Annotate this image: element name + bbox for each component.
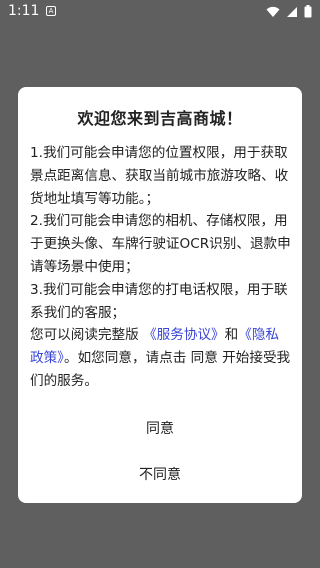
disagree-button[interactable]: 不同意 — [18, 464, 302, 484]
agreement-notice: 您可以阅读完整版 《服务协议》和《隐私政策》。如您同意，请点击 同意 开始接受我… — [30, 324, 292, 392]
privacy-dialog: 欢迎您来到吉高商城！ 1.我们可能会申请您的位置权限，用于获取景点距离信息、获取… — [18, 87, 302, 503]
dialog-body: 1.我们可能会申请您的位置权限，用于获取景点距离信息、获取当前城市旅游攻略、收货… — [30, 142, 292, 393]
wifi-icon — [266, 6, 280, 17]
status-bar: 1:11 A — [0, 0, 320, 24]
permission-item-camera-storage: 2.我们可能会申请您的相机、存储权限，用于更换头像、车牌行驶证OCR识别、退款申… — [30, 213, 291, 275]
permission-item-phone: 3.我们可能会申请您的打电话权限，用于联系我们的客服； — [30, 281, 288, 321]
battery-icon — [304, 5, 312, 18]
agree-button[interactable]: 同意 — [18, 418, 302, 438]
signal-icon — [287, 6, 297, 17]
service-agreement-link[interactable]: 《服务协议》 — [143, 327, 225, 343]
notification-icon: A — [46, 6, 56, 16]
notice-and: 和 — [224, 327, 239, 344]
notice-suffix: 。如您同意，请点击 同意 开始接受我们的服务。 — [30, 350, 291, 389]
notice-prefix: 您可以阅读完整版 — [30, 327, 139, 344]
dialog-title: 欢迎您来到吉高商城！ — [77, 109, 243, 128]
permission-item-location: 1.我们可能会申请您的位置权限，用于获取景点距离信息、获取当前城市旅游攻略、收货… — [30, 145, 289, 207]
status-icons — [266, 5, 312, 18]
status-time: 1:11 — [8, 3, 40, 19]
